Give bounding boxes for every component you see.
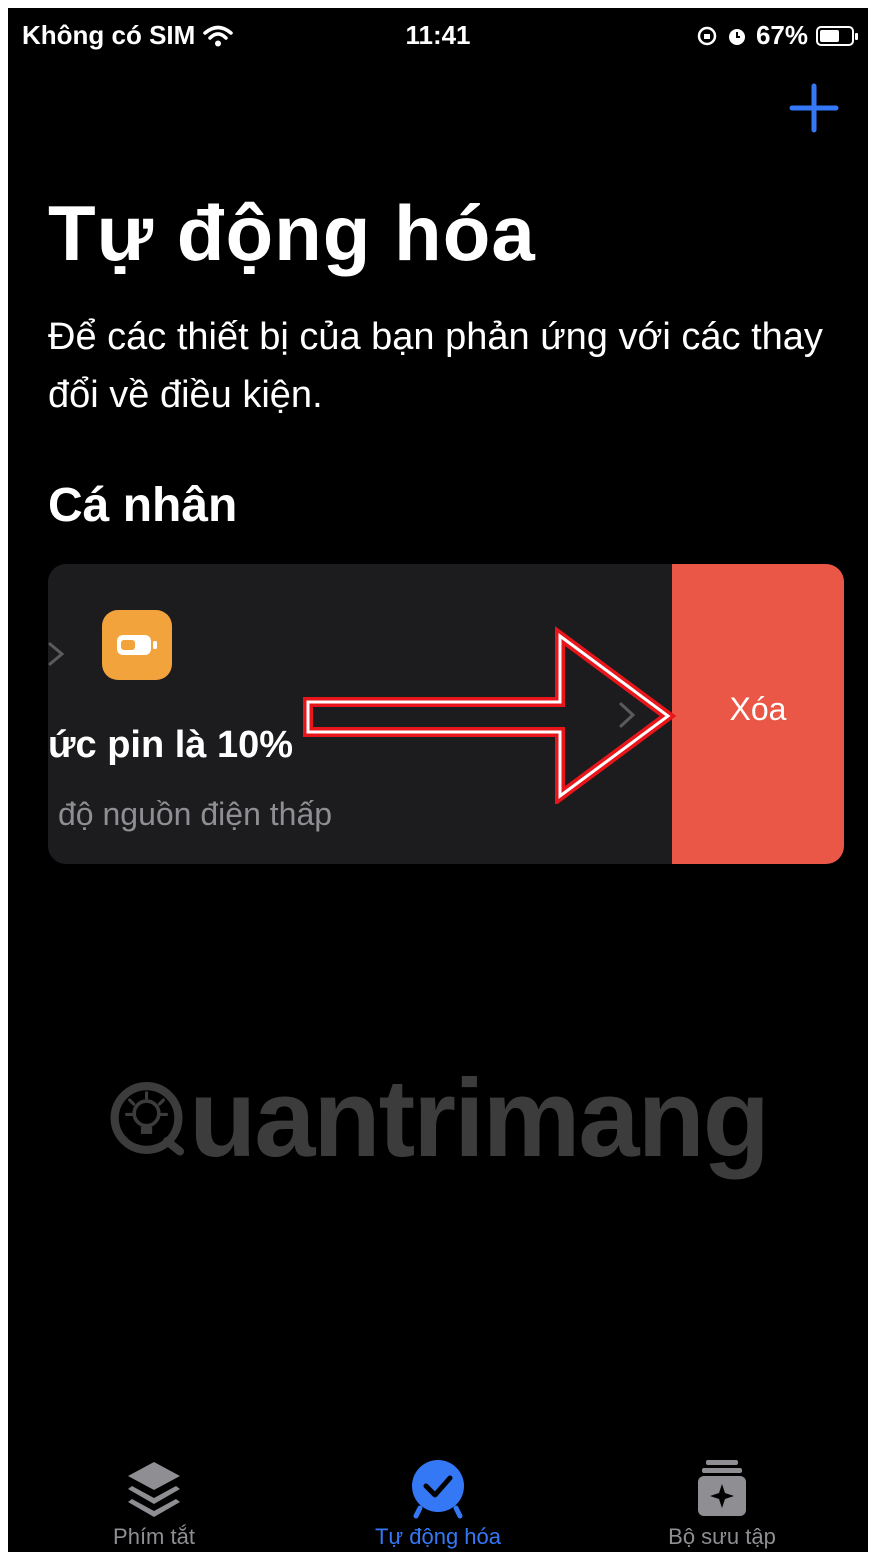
alarm-icon [728, 28, 745, 45]
tab-label: Tự động hóa [374, 1524, 502, 1549]
automation-screen: Không có SIM 11:41 67% Tự động hóa Để cá… [8, 8, 868, 1552]
status-bar: Không có SIM 11:41 67% [8, 8, 868, 58]
section-title: Cá nhân [48, 479, 238, 532]
add-automation-button[interactable] [788, 82, 840, 134]
annotation-arrow [303, 626, 677, 804]
battery-fill [820, 29, 839, 42]
orientation-lock-icon [697, 26, 717, 45]
automation-subtitle: độ nguồn điện thấp [58, 796, 333, 832]
tab-shortcuts[interactable]: Phím tắt [24, 1456, 284, 1550]
plus-icon [789, 83, 839, 133]
lightbulb-logo-icon [110, 1082, 185, 1156]
battery-percent: 67% [755, 20, 808, 50]
gallery-icon [698, 1460, 746, 1516]
chevron-right-icon [48, 642, 65, 666]
battery-nub [855, 32, 858, 40]
watermark-logo: uantrimang [108, 1038, 770, 1198]
tab-gallery[interactable]: Bộ sưu tập [592, 1456, 852, 1550]
watermark-text: uantrimang [189, 1056, 770, 1180]
tab-bar: Phím tắt Tự động hóa Bộ sưu tập [8, 1448, 868, 1552]
clock-check-icon [412, 1460, 464, 1519]
battery-icon [816, 25, 858, 46]
status-right-group: 67% [696, 20, 858, 51]
tab-label: Bộ sưu tập [668, 1524, 776, 1549]
page-title: Tự động hóa [48, 189, 536, 277]
tab-label: Phím tắt [113, 1524, 195, 1549]
delete-button[interactable]: Xóa [672, 564, 844, 864]
layers-icon [128, 1462, 180, 1517]
tab-automation[interactable]: Tự động hóa [308, 1456, 568, 1550]
battery-icon [102, 610, 172, 680]
page-subtitle: Để các thiết bị của bạn phản ứng với các… [48, 316, 823, 416]
automation-title: ức pin là 10% [48, 724, 294, 766]
